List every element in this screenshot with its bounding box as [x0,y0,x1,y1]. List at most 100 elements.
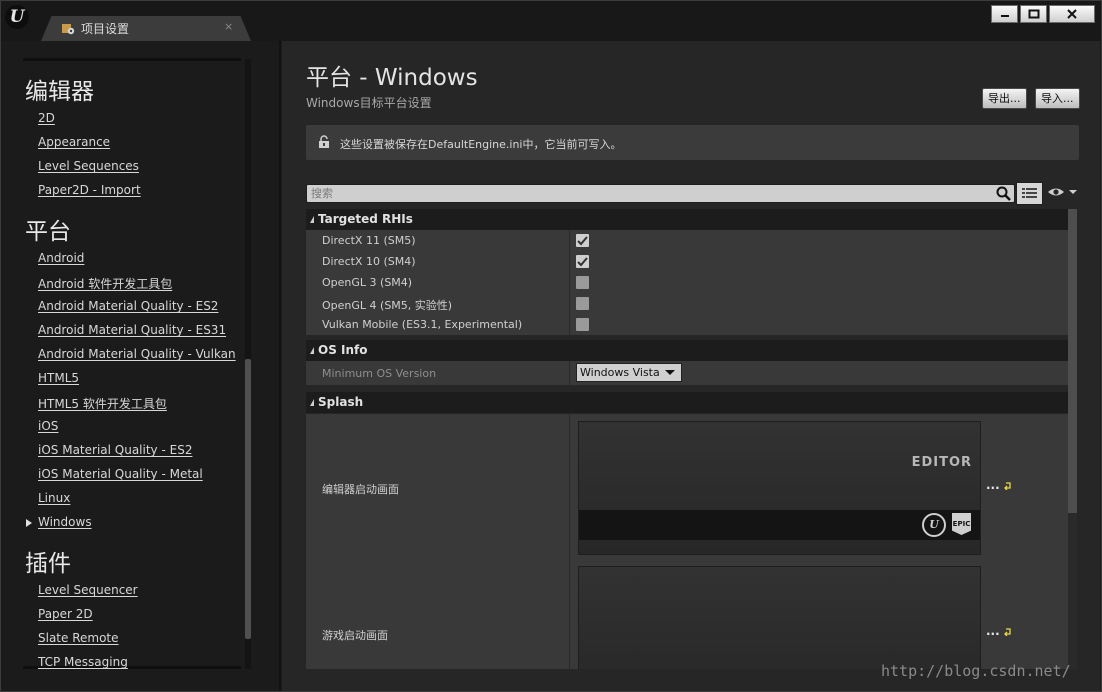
property-label: Minimum OS Version [322,367,437,380]
close-icon [1067,9,1077,19]
sidebar-item-windows[interactable]: Windows [38,515,92,529]
category-targeted-rhis[interactable]: Targeted RHIs [306,209,1068,230]
sidebar-item-ios-quality-es2[interactable]: iOS Material Quality - ES2 [38,443,192,457]
column-separator [569,361,570,385]
column-separator [569,293,570,314]
column-separator [569,561,570,669]
property-label: OpenGL 4 (SM5, 实验性) [322,299,453,312]
view-list-button[interactable] [1016,182,1043,205]
page-subtitle: Windows目标平台设置 [306,96,432,110]
settings-tab-icon [62,24,75,35]
import-button[interactable]: 导入... [1035,88,1080,109]
property-label: DirectX 11 (SM5) [322,234,416,247]
browse-button[interactable]: ... [986,624,1000,638]
reset-to-default-icon[interactable] [1004,482,1012,490]
checkmark-icon [577,257,588,267]
dropdown-value: Windows Vista [580,366,660,379]
sidebar-item-level-sequences[interactable]: Level Sequences [38,159,139,173]
export-button[interactable]: 导出... [982,88,1027,109]
reset-to-default-icon[interactable] [1004,628,1012,636]
tab-label: 项目设置 [81,22,130,36]
sidebar-item-android-quality-es2[interactable]: Android Material Quality - ES2 [38,299,218,313]
opengl4-checkbox[interactable] [576,297,589,310]
column-separator [569,314,570,335]
sidebar-item-ios-quality-metal[interactable]: iOS Material Quality - Metal [38,467,203,481]
unreal-engine-logo-icon: U [922,513,946,537]
sidebar-item-2d[interactable]: 2D [38,111,55,125]
property-row: Minimum OS Version Windows Vista [306,361,1068,385]
sidebar-item-android-quality-es31[interactable]: Android Material Quality - ES31 [38,323,226,337]
section-header-platforms: 平台 [25,219,71,245]
tab-close-icon[interactable]: × [224,20,233,33]
property-row: 编辑器启动画面 EDITOR U EPIC ... [306,414,1068,561]
category-os-info[interactable]: OS Info [306,340,1068,361]
search-input[interactable] [311,185,991,202]
editor-splash-preview[interactable]: EDITOR U EPIC [578,421,981,555]
sidebar-item-paper-2d[interactable]: Paper 2D [38,607,93,621]
property-label: 游戏启动画面 [322,629,388,642]
maximize-button[interactable] [1020,5,1047,23]
category-splash[interactable]: Splash [306,392,1068,413]
collapse-triangle-icon [310,347,314,354]
splash-logo-strip: U EPIC [579,510,980,540]
details-scrollbar[interactable] [1068,209,1077,513]
section-header-plugins: 插件 [25,551,71,577]
sidebar-item-tcp-messaging[interactable]: TCP Messaging [38,655,128,669]
column-separator [569,251,570,272]
view-options-eye-icon[interactable] [1047,186,1079,198]
project-settings-window: U 项目设置 × 编辑器 2D Appearance Level Sequenc… [0,0,1102,692]
sidebar-item-android-sdk[interactable]: Android 软件开发工具包 [38,275,172,292]
column-separator [569,414,570,561]
tab-project-settings[interactable]: 项目设置 × [41,16,251,41]
browse-button[interactable]: ... [986,478,1000,492]
category-title: Splash [318,395,364,409]
maximize-icon [1028,9,1039,19]
property-row: DirectX 11 (SM5) [306,230,1068,251]
editor-splash-text: EDITOR [911,455,972,470]
sidebar-top-shadow [23,58,241,61]
sidebar-item-level-sequencer[interactable]: Level Sequencer [38,583,138,597]
property-label: DirectX 10 (SM4) [322,255,416,268]
sidebar-item-linux[interactable]: Linux [38,491,70,505]
sidebar-item-appearance[interactable]: Appearance [38,135,110,149]
watermark: http://blog.csdn.net/ [881,662,1071,680]
search-box[interactable] [306,184,1015,203]
property-label: 编辑器启动画面 [322,483,399,496]
sidebar-item-slate-remote[interactable]: Slate Remote [38,631,119,645]
close-button[interactable] [1049,5,1095,23]
checkmark-icon [577,236,588,246]
selected-arrow-icon [26,519,32,527]
notice-text: 这些设置被保存在DefaultEngine.ini中，它当前可写入。 [340,138,622,151]
settings-sidebar: 编辑器 2D Appearance Level Sequences Paper2… [1,41,281,691]
vulkan-checkbox[interactable] [576,318,589,331]
opengl3-checkbox[interactable] [576,276,589,289]
property-row: 游戏启动画面 ... [306,561,1068,669]
dx11-checkbox[interactable] [576,234,589,247]
minimize-button[interactable] [991,5,1018,23]
min-os-version-dropdown[interactable]: Windows Vista [576,363,682,382]
sidebar-scrollbar[interactable] [245,359,251,639]
sidebar-item-paper2d-import[interactable]: Paper2D - Import [38,183,141,197]
dx10-checkbox[interactable] [576,255,589,268]
collapse-triangle-icon [310,399,314,406]
search-icon[interactable] [996,186,1011,201]
sidebar-item-html5[interactable]: HTML5 [38,371,79,385]
list-view-icon [1022,188,1037,198]
sidebar-item-android[interactable]: Android [38,251,84,265]
unlock-icon [319,135,329,148]
category-title: Targeted RHIs [318,212,413,226]
sidebar-item-android-quality-vulkan[interactable]: Android Material Quality - Vulkan [38,347,236,361]
dropdown-arrow-icon [665,370,675,375]
minimize-icon [1000,15,1009,17]
property-label: OpenGL 3 (SM4) [322,276,413,289]
section-header-editor: 编辑器 [25,79,94,105]
sidebar-item-html5-sdk[interactable]: HTML5 软件开发工具包 [38,395,167,412]
sidebar-item-ios[interactable]: iOS [38,419,58,433]
window-controls [991,5,1095,23]
title-bar[interactable]: U 项目设置 × [1,1,1101,41]
game-splash-preview[interactable] [578,566,981,669]
writable-notice: 这些设置被保存在DefaultEngine.ini中，它当前可写入。 [306,125,1079,160]
property-label: Vulkan Mobile (ES3.1, Experimental) [322,318,523,331]
category-title: OS Info [318,343,368,357]
property-row: DirectX 10 (SM4) [306,251,1068,272]
